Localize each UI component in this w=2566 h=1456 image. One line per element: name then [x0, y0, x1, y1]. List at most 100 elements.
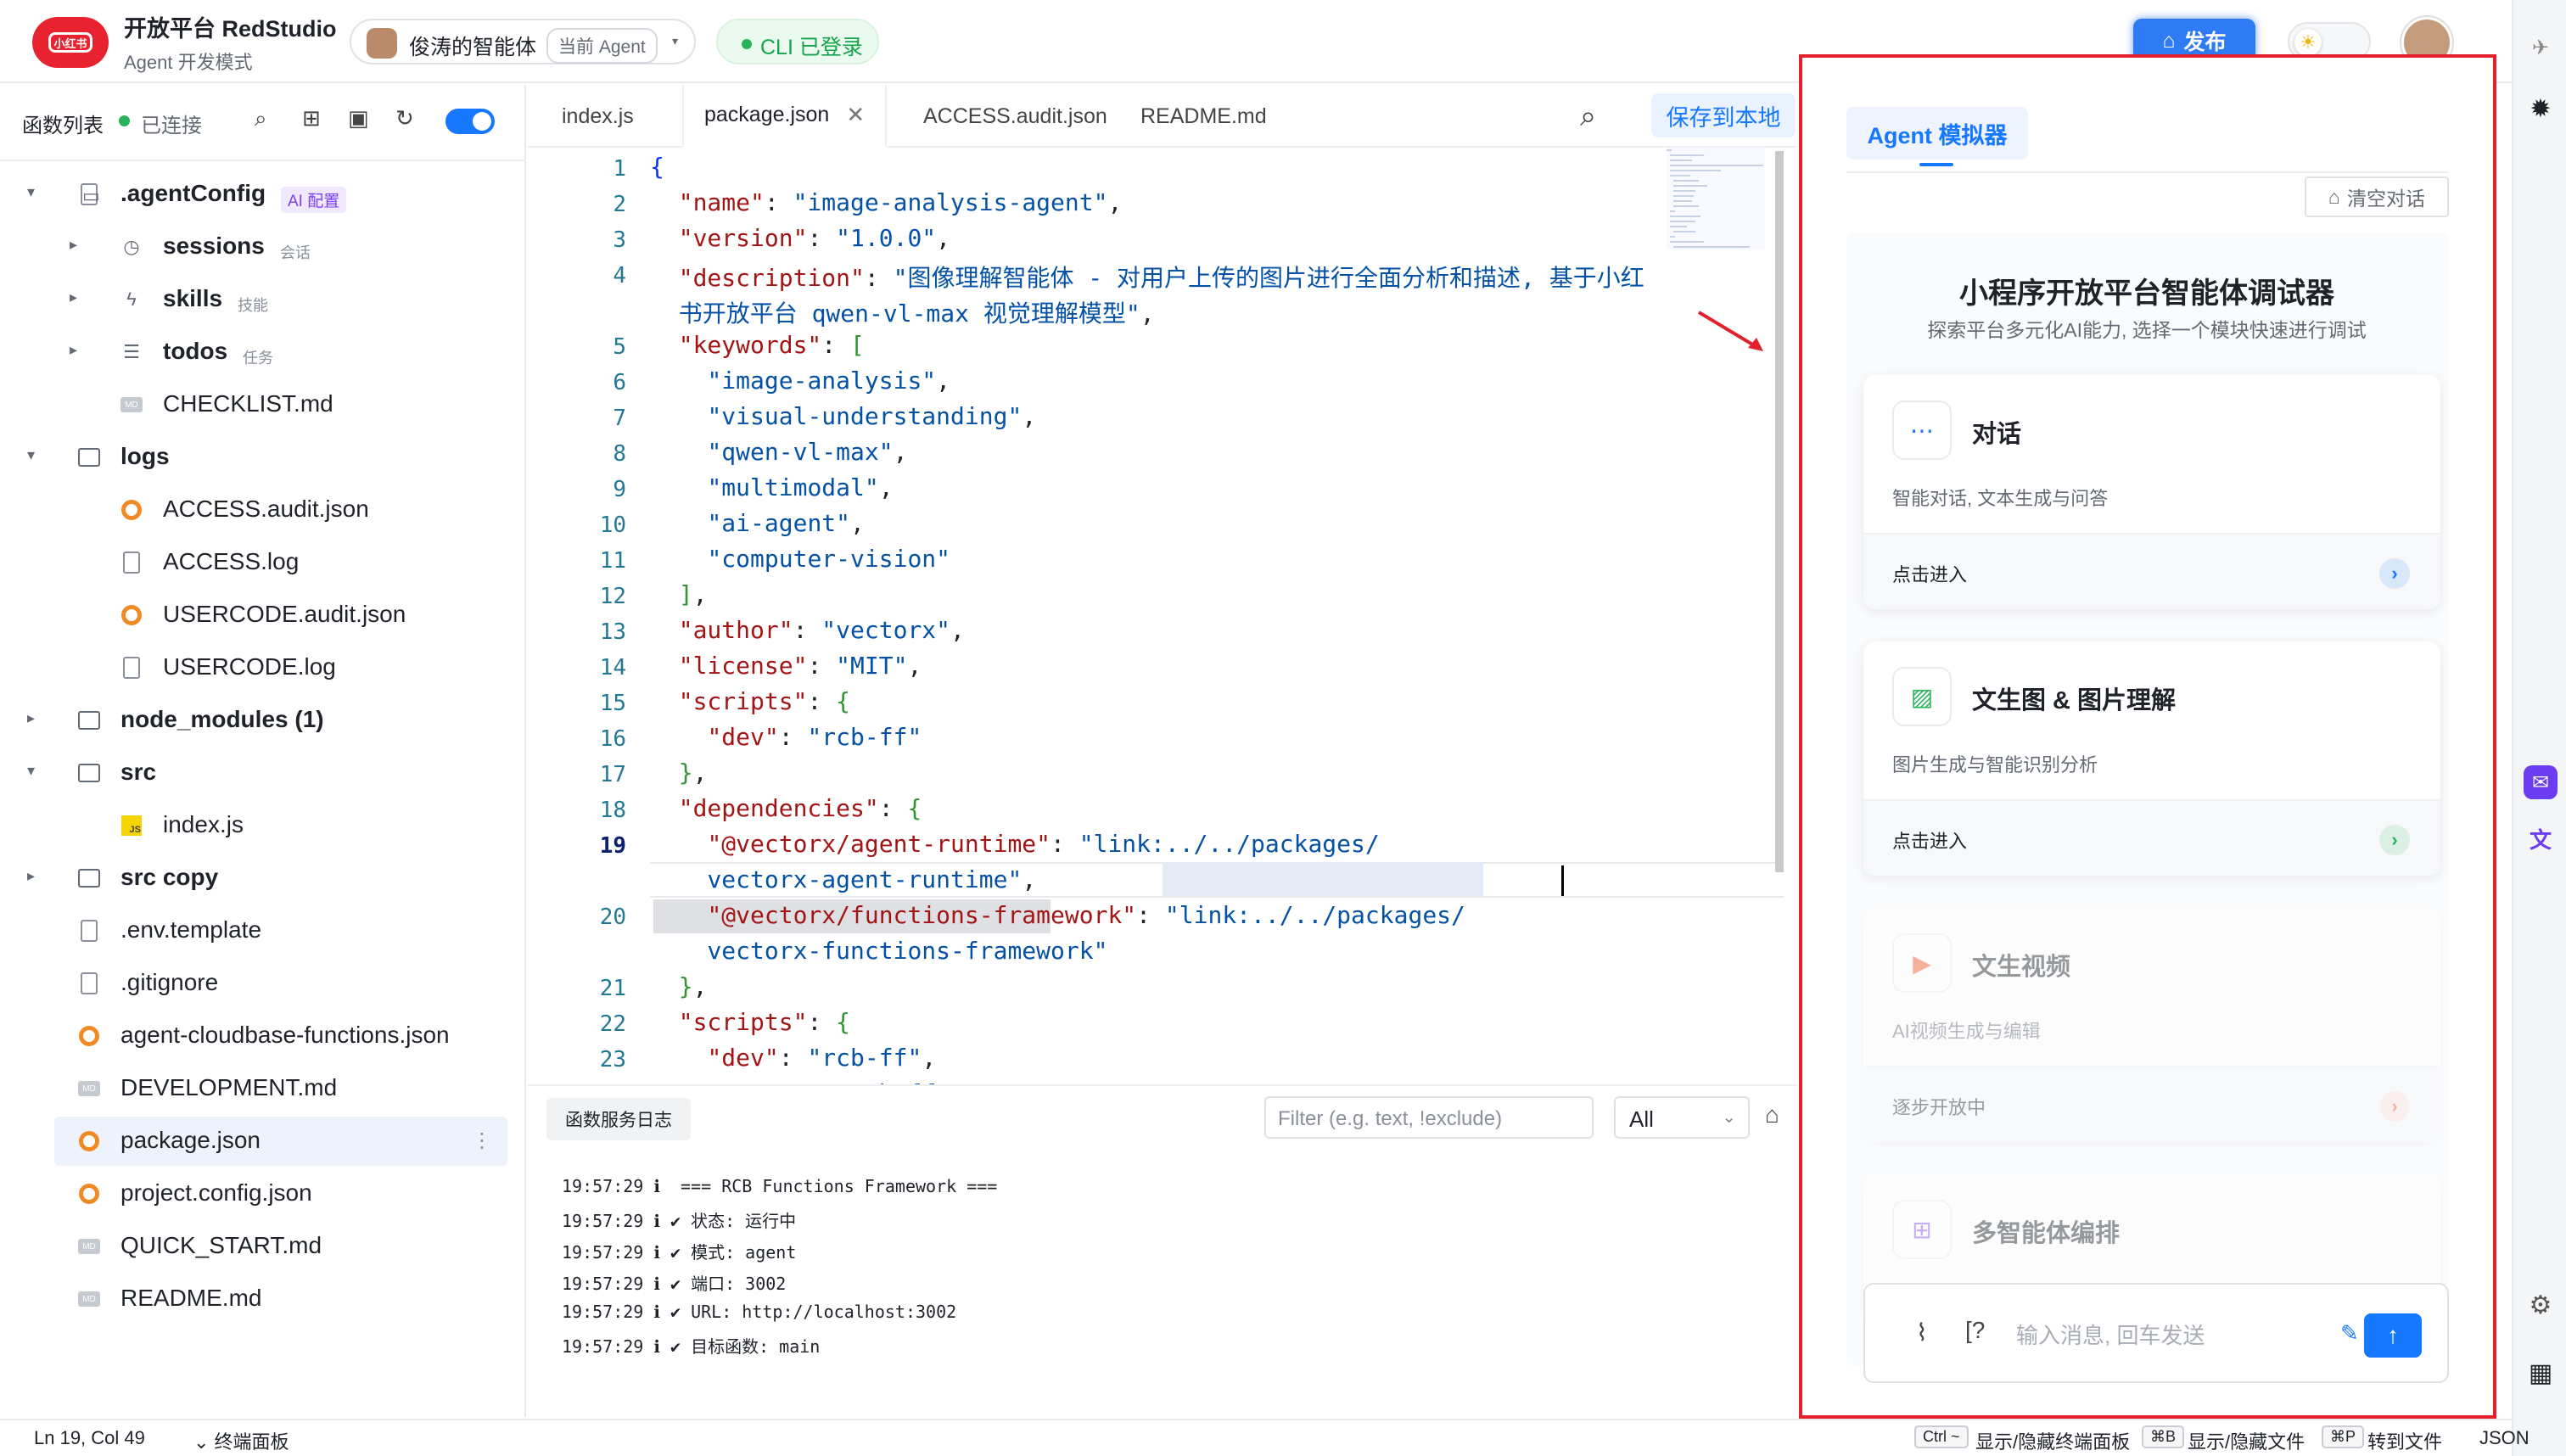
clear-log-icon[interactable]: ⌂	[1765, 1101, 1779, 1128]
tab-function-logs[interactable]: 函数服务日志	[546, 1098, 691, 1140]
log-level-select[interactable]: All ⌄	[1614, 1096, 1750, 1139]
more-icon[interactable]: ⋮	[472, 1128, 492, 1153]
chevron-right-icon[interactable]: ›	[2379, 825, 2410, 855]
chat-input-box[interactable]: ⌇ [? 输入消息, 回车发送 ✎ ↑	[1863, 1283, 2449, 1383]
clear-chat-button[interactable]: ⌂ 清空对话	[2305, 176, 2449, 217]
file-tree-item[interactable]: .env.template	[0, 906, 526, 955]
search-icon[interactable]: ⌕	[1580, 100, 1596, 133]
file-tree-item[interactable]: ▸ src copy	[0, 854, 526, 903]
connection-toggle[interactable]	[445, 109, 495, 134]
file-tree-label: .env.template	[120, 916, 262, 943]
chevron-right-icon[interactable]: ▸	[27, 709, 35, 727]
file-tree-badge: 任务	[243, 350, 273, 367]
minimap[interactable]	[1667, 148, 1765, 249]
editor-tabs: index.js package.json ✕ ACCESS.audit.json RE…	[528, 85, 1797, 148]
file-tree-item[interactable]: ▸ ϟ skills 技能	[0, 275, 526, 324]
module-card[interactable]: ▨ 文生图 & 图片理解 图片生成与智能识别分析 点击进入 ›	[1863, 641, 2440, 876]
pin-icon[interactable]: ✈	[2524, 31, 2558, 64]
bug-icon[interactable]: ✹	[2524, 92, 2558, 126]
file-tree-item[interactable]: MD QUICK_START.md	[0, 1222, 526, 1271]
file-tree-label: ACCESS.log	[163, 548, 300, 574]
gear-icon[interactable]: ⚙	[2524, 1288, 2558, 1322]
chevron-right-icon[interactable]: ▸	[27, 867, 35, 885]
file-tree-item[interactable]: MD DEVELOPMENT.md	[0, 1064, 526, 1113]
file-tree-item[interactable]: ▾ ▭ .agentConfig AI 配置	[0, 170, 526, 219]
simulator-subheading: 探索平台多元化AI能力, 选择一个模块快速进行调试	[1927, 319, 2367, 341]
chevron-down-icon[interactable]: ▾	[27, 446, 35, 464]
card-footer: 逐步开放中 ›	[1863, 1066, 2440, 1142]
microphone-icon[interactable]: ✎	[2340, 1320, 2359, 1347]
refresh-icon[interactable]: ↻	[395, 105, 414, 132]
tab-index-js[interactable]: index.js	[562, 85, 634, 148]
send-button[interactable]: ↑	[2364, 1313, 2422, 1358]
translate-icon[interactable]: 文	[2524, 821, 2558, 855]
status-dot	[742, 39, 752, 49]
card-footer[interactable]: 点击进入 ›	[1863, 799, 2440, 876]
search-icon[interactable]: ⌕	[255, 105, 267, 132]
message-input[interactable]: 输入消息, 回车发送	[2016, 1319, 2205, 1350]
code-line: "ai-agent",	[707, 509, 865, 537]
new-file-icon[interactable]: ⊞	[302, 105, 321, 132]
chevron-right-icon[interactable]: ▸	[70, 341, 77, 359]
paperclip-icon[interactable]: ⌇	[1916, 1319, 1928, 1347]
file-tree-item[interactable]: agent-cloudbase-functions.json	[0, 1011, 526, 1061]
file-tree-item[interactable]: USERCODE.audit.json	[0, 591, 526, 640]
file-icon	[78, 972, 100, 994]
tab-package-json[interactable]: package.json ✕	[682, 85, 888, 148]
tab-access-audit-json[interactable]: ACCESS.audit.json	[923, 85, 1107, 148]
code-line: "qwen-vl-max",	[707, 438, 908, 466]
flow-icon: ⊞	[1892, 1200, 1952, 1259]
card-description: AI视频生成与编辑	[1892, 1021, 2041, 1042]
file-tree-item[interactable]: project.config.json	[0, 1169, 526, 1218]
code-line: "description": "图像理解智能体 - 对用户上传的图片进行全面分析…	[678, 264, 1644, 292]
file-tree-item[interactable]: MD README.md	[0, 1274, 526, 1324]
close-icon[interactable]: ✕	[846, 102, 865, 128]
tab-label: ACCESS.audit.json	[923, 104, 1107, 128]
line-number: 22	[599, 1011, 626, 1037]
scan-icon[interactable]: [?	[1965, 1317, 1985, 1344]
grid-icon[interactable]: ▦	[2524, 1356, 2558, 1390]
file-tree-item[interactable]: .gitignore	[0, 959, 526, 1008]
chevron-right-icon[interactable]: ▸	[70, 288, 77, 306]
chevron-down-icon[interactable]: ▾	[27, 183, 35, 201]
log-filter-input[interactable]: Filter (e.g. text, !exclude)	[1264, 1096, 1594, 1139]
code-area[interactable]: 1 {2 "name": "image-analysis-agent", 3 "ve…	[528, 148, 1784, 1086]
file-tree-item[interactable]: ACCESS.audit.json	[0, 485, 526, 535]
tab-agent-simulator[interactable]: Agent 模拟器	[1846, 107, 2028, 160]
json-icon	[78, 1183, 100, 1205]
file-tree-item[interactable]: ▾ logs	[0, 433, 526, 482]
shortcut-label: 显示/隐藏终端面板	[1975, 1431, 2131, 1453]
card-title: 多智能体编排	[1972, 1220, 2121, 1247]
chevron-down-icon[interactable]: ▾	[27, 762, 35, 780]
app-logo[interactable]: 小红书	[32, 17, 109, 68]
folder-icon	[78, 446, 100, 468]
line-number: 1	[613, 156, 626, 182]
tab-readme-md[interactable]: README.md	[1140, 85, 1267, 148]
save-local-button[interactable]: 保存到本地	[1651, 93, 1796, 137]
ai-assistant-icon[interactable]: ✉	[2524, 765, 2558, 799]
file-tree-item[interactable]: ACCESS.log	[0, 538, 526, 587]
file-tree-item[interactable]: package.json ⋮	[54, 1117, 507, 1166]
editor-scrollbar[interactable]	[1775, 151, 1784, 872]
chevron-right-icon[interactable]: ▸	[70, 236, 77, 254]
file-tree-item[interactable]: JS index.js	[0, 801, 526, 850]
file-tree-item[interactable]: USERCODE.log	[0, 643, 526, 692]
module-card[interactable]: ⋯ 对话 智能对话, 文本生成与问答 点击进入 ›	[1863, 375, 2440, 609]
active-tab-indicator	[1919, 163, 1953, 166]
code-line: "scripts": {	[678, 1008, 851, 1036]
chevron-right-icon[interactable]: ›	[2379, 558, 2410, 589]
line-number: 12	[599, 584, 626, 609]
terminal-toggle[interactable]: ⌄ 终端面板	[193, 1427, 289, 1454]
file-tree-item[interactable]: ▸ ☰ todos 任务	[0, 328, 526, 377]
file-tree-item[interactable]: ▸ node_modules (1)	[0, 696, 526, 745]
connection-dot	[119, 115, 130, 126]
file-tree-item[interactable]: ▸ ◷ sessions 会话	[0, 222, 526, 272]
line-number: 8	[613, 441, 626, 467]
card-footer[interactable]: 点击进入 ›	[1863, 533, 2440, 609]
file-tree-item[interactable]: MD CHECKLIST.md	[0, 380, 526, 429]
file-tree-item[interactable]: ▾ src	[0, 748, 526, 798]
card-action-label: 点击进入	[1892, 831, 1968, 852]
agent-selector[interactable]: 俊涛的智能体 当前 Agent ▾	[350, 19, 696, 64]
new-folder-icon[interactable]: ▣	[348, 105, 369, 132]
language-mode[interactable]: JSON	[2479, 1427, 2530, 1449]
